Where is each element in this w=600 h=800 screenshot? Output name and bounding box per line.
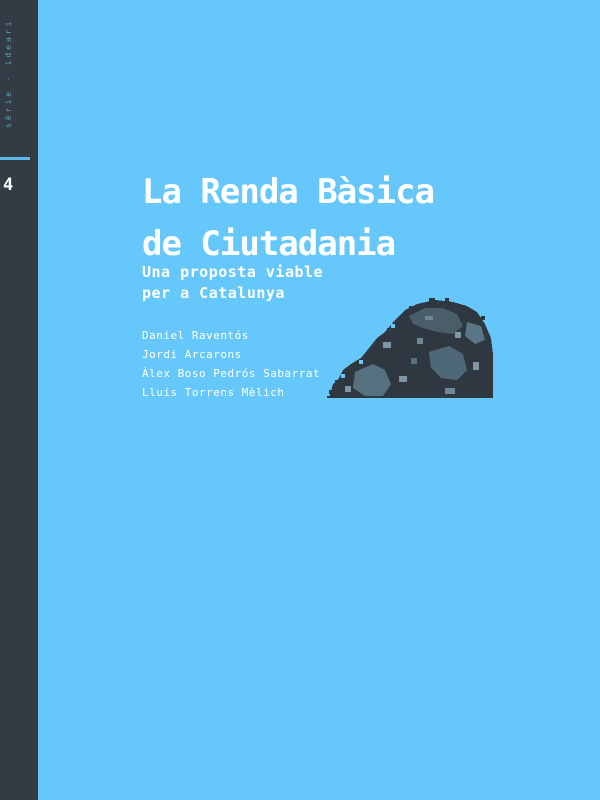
book-title: La Renda Bàsica de Ciutadania (142, 166, 435, 270)
author-1: Daniel Raventós (142, 329, 249, 342)
title-line-1: La Renda Bàsica (142, 172, 435, 212)
author-2: Jordi Arcarons (142, 348, 242, 361)
volume-number: 4 (3, 175, 13, 195)
author-4: Lluís Torrens Mèlich (142, 386, 285, 399)
subtitle-line-1: Una proposta viable (142, 263, 324, 281)
book-subtitle: Una proposta viable per a Catalunya (142, 262, 323, 304)
pixelated-rock-illustration (327, 298, 493, 398)
spine: sèrie · ideari 4 (0, 0, 38, 800)
author-3: Àlex Boso Pedrós Sabarrat (142, 367, 321, 380)
subtitle-line-2: per a Catalunya (142, 284, 285, 302)
spine-series-text: sèrie · ideari (4, 18, 13, 128)
book-cover: sèrie · ideari 4 La Renda Bàsica de Ciut… (0, 0, 600, 800)
spine-rule (0, 157, 30, 160)
author-list: Daniel Raventós Jordi Arcarons Àlex Boso… (142, 326, 320, 402)
